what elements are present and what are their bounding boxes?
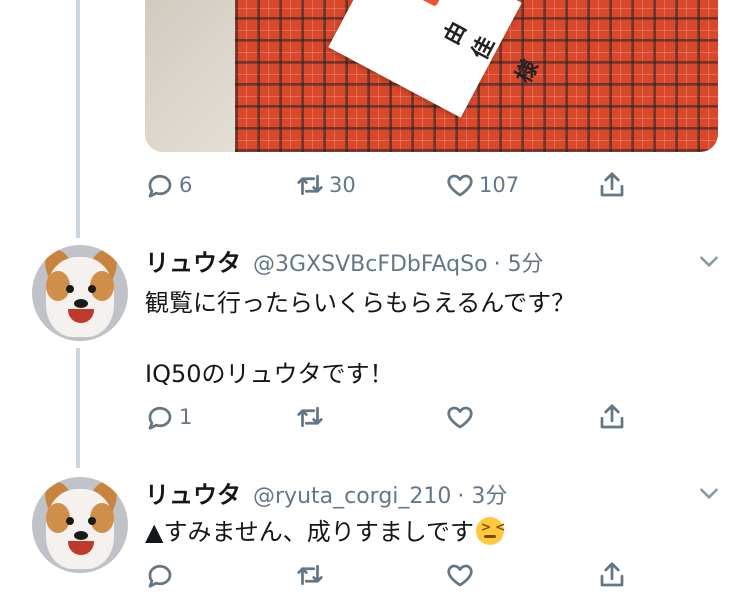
share-button[interactable] [597, 555, 627, 595]
share-icon [600, 172, 624, 197]
retweet-icon [297, 406, 323, 428]
reply-count: 1 [179, 405, 193, 429]
tweet-time[interactable]: · 5分 [494, 246, 544, 278]
display-name[interactable]: リュウタ [145, 475, 241, 510]
reply-button[interactable]: 6 [145, 165, 192, 205]
reply-icon [148, 174, 172, 198]
heart-icon [447, 174, 473, 197]
tweet-media-image[interactable]: 由佳 様 [145, 0, 718, 152]
avatar-eye-left [66, 517, 74, 525]
share-button[interactable] [597, 397, 627, 437]
retweet-button[interactable]: 30 [295, 165, 356, 205]
more-menu-button[interactable] [696, 480, 722, 506]
avatar-eye-left [66, 285, 74, 293]
tweet-text-line-2: IQ50のリュウタです！ [145, 360, 394, 388]
chevron-down-icon [700, 488, 718, 499]
retweet-button[interactable] [295, 397, 329, 437]
heart-icon [447, 406, 473, 429]
display-name[interactable]: リュウタ [145, 243, 241, 278]
tweet-header: リュウタ @3GXSVBcFDbFAqSo · 5分 [145, 243, 544, 278]
tweet-time[interactable]: · 3分 [457, 478, 507, 510]
tweet-actions-top: 6 30 107 [145, 165, 635, 205]
share-icon [600, 562, 624, 587]
avatar-eye-right [88, 285, 96, 293]
reply-button[interactable]: 1 [145, 397, 192, 437]
username-handle[interactable]: @ryuta_corgi_210 [253, 484, 451, 509]
tweet-actions-1: 1 [145, 397, 635, 437]
like-button[interactable] [445, 555, 479, 595]
share-button[interactable] [597, 165, 627, 205]
paper-logo [405, 0, 443, 7]
retweet-icon [297, 564, 323, 586]
reply-button[interactable] [145, 555, 179, 595]
thread-line-top [76, 0, 80, 238]
tweet-text-line-1: 観覧に行ったらいくらもらえるんです？ [145, 289, 576, 317]
tweet-text: ▲すみません、成りすましです [145, 512, 505, 547]
avatar-nose [74, 531, 88, 540]
share-icon [600, 404, 624, 429]
reply-icon [148, 564, 172, 588]
more-menu-button[interactable] [696, 248, 722, 274]
tweet-header: リュウタ @ryuta_corgi_210 · 3分 [145, 475, 507, 510]
retweet-icon [297, 174, 323, 196]
tweet-actions-2 [145, 555, 635, 595]
thread-line-middle [76, 348, 80, 468]
avatar[interactable] [32, 245, 128, 341]
like-count: 107 [479, 173, 520, 197]
heart-icon [447, 564, 473, 587]
avatar-nose [74, 299, 88, 308]
avatar-eye-right [88, 517, 96, 525]
confounded-face-emoji-icon [476, 517, 505, 545]
retweet-count: 30 [329, 173, 356, 197]
reply-count: 6 [179, 173, 193, 197]
username-handle[interactable]: @3GXSVBcFDbFAqSo [253, 252, 488, 277]
avatar[interactable] [32, 477, 128, 573]
reply-icon [148, 406, 172, 430]
retweet-button[interactable] [295, 555, 329, 595]
like-button[interactable]: 107 [445, 165, 519, 205]
tweet-text-content: ▲すみません、成りすましです [145, 518, 475, 546]
chevron-down-icon [700, 256, 718, 267]
like-button[interactable] [445, 397, 479, 437]
